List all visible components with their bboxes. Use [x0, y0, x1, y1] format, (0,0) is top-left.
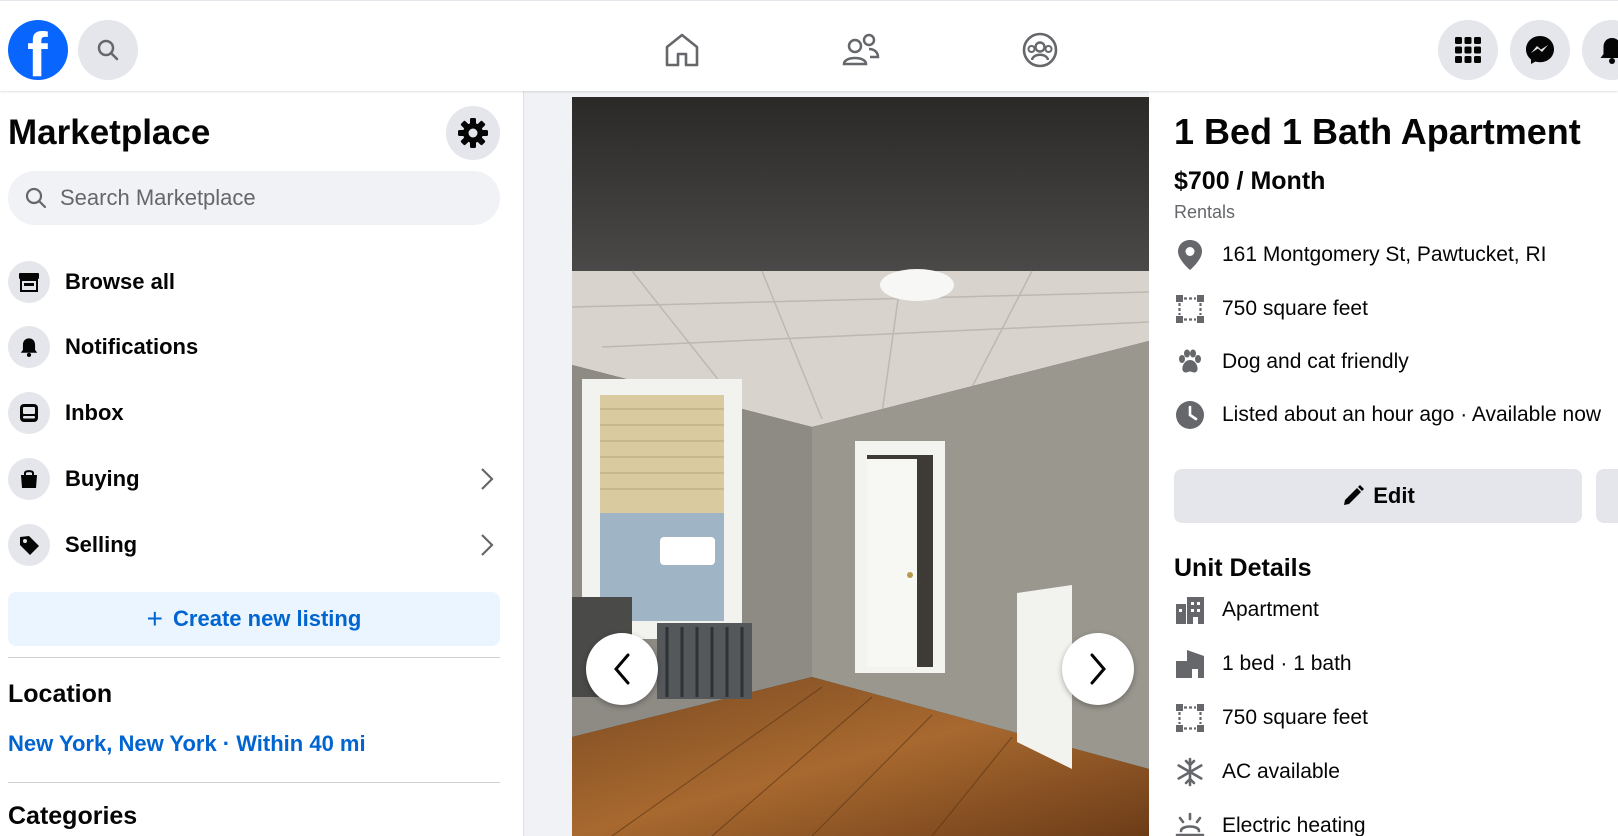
paw-icon	[1179, 349, 1201, 373]
chevron-right-icon	[1090, 653, 1106, 685]
gear-icon	[458, 118, 488, 148]
categories-heading: Categories	[8, 802, 138, 830]
search-placeholder: Search Marketplace	[60, 185, 256, 210]
messenger-button[interactable]	[1510, 20, 1570, 80]
snowflake-icon	[1177, 757, 1203, 787]
listing-photo	[572, 97, 1149, 836]
divider	[8, 782, 500, 783]
facebook-logo-letter: f	[27, 21, 48, 81]
previous-photo-button[interactable]	[586, 633, 658, 705]
sidebar-item-selling[interactable]: Selling	[8, 517, 500, 573]
chevron-left-icon	[614, 653, 630, 685]
address-row: 161 Montgomery St, Pawtucket, RI	[1174, 235, 1546, 275]
unit-size-row: 750 square feet	[1174, 698, 1368, 738]
clock-icon	[1176, 401, 1204, 429]
location-link[interactable]: New York, New York · Within 40 mi	[8, 731, 366, 757]
notifications-button[interactable]	[1582, 20, 1618, 80]
listed-time-row: Listed about an hour ago · Available now	[1174, 395, 1601, 435]
unit-ac: AC available	[1222, 760, 1340, 783]
sidebar-item-label: Buying	[65, 466, 140, 491]
shopping-bag-icon-wrap	[8, 458, 50, 500]
unit-rooms-row: 1 bed · 1 bath	[1174, 644, 1352, 684]
friends-icon	[842, 33, 880, 66]
unit-heating-row: Electric heating	[1174, 806, 1366, 836]
inbox-icon-wrap	[8, 392, 50, 434]
sidebar-item-buying[interactable]: Buying	[8, 451, 500, 507]
sidebar-item-label: Selling	[65, 532, 138, 557]
price-tag-icon-wrap	[8, 524, 50, 566]
heating-icon	[1175, 812, 1205, 836]
menu-button[interactable]	[1438, 20, 1498, 80]
messenger-icon	[1526, 36, 1554, 64]
sidebar-item-inbox[interactable]: Inbox	[8, 385, 500, 441]
edit-listing-button[interactable]: Edit	[1174, 469, 1582, 523]
search-marketplace-input[interactable]: Search Marketplace	[8, 171, 500, 225]
storefront-icon-wrap	[8, 261, 50, 303]
room-photo	[572, 97, 1149, 836]
groups-nav-button[interactable]	[1017, 27, 1063, 73]
square-footage-icon	[1176, 704, 1204, 732]
bell-icon-wrap	[8, 326, 50, 368]
unit-type: Apartment	[1222, 598, 1319, 621]
pets-row: Dog and cat friendly	[1174, 342, 1409, 382]
sidebar-title: Marketplace	[8, 113, 211, 152]
listing-title: 1 Bed 1 Bath Apartment	[1174, 111, 1581, 152]
unit-ac-row: AC available	[1174, 752, 1340, 792]
settings-button[interactable]	[446, 106, 500, 160]
search-icon	[97, 39, 119, 61]
more-options-button[interactable]	[1596, 469, 1618, 523]
friends-nav-button[interactable]	[838, 27, 884, 73]
listing-address[interactable]: 161 Montgomery St, Pawtucket, RI	[1222, 243, 1546, 267]
plus-icon: +	[146, 603, 164, 634]
listing-pets: Dog and cat friendly	[1222, 350, 1409, 373]
listing-listed-time: Listed about an hour ago · Available now	[1222, 403, 1602, 426]
square-footage-icon	[1176, 295, 1204, 323]
edit-label: Edit	[1373, 483, 1415, 508]
map-pin-icon	[1178, 240, 1202, 270]
search-icon	[25, 187, 47, 209]
home-nav-button[interactable]	[659, 27, 705, 73]
listing-category[interactable]: Rentals	[1174, 202, 1235, 223]
sidebar-item-browse-all[interactable]: Browse all	[8, 254, 500, 310]
sidebar-item-label: Browse all	[65, 269, 176, 294]
price-tag-icon	[20, 536, 39, 555]
search-button[interactable]	[78, 20, 138, 80]
chevron-right-icon	[481, 534, 494, 556]
bell-icon	[1600, 38, 1618, 64]
sidebar-item-notifications[interactable]: Notifications	[8, 319, 500, 375]
building-icon	[1176, 597, 1204, 624]
groups-icon	[1022, 32, 1058, 68]
chevron-right-icon	[481, 468, 494, 490]
marketplace-sidebar: Marketplace Search Marketplace Browse al…	[0, 91, 524, 836]
divider	[8, 657, 500, 658]
pencil-icon	[1344, 485, 1365, 505]
unit-type-row: Apartment	[1174, 590, 1319, 630]
size-row: 750 square feet	[1174, 289, 1368, 329]
next-photo-button[interactable]	[1062, 633, 1134, 705]
sidebar-item-label: Inbox	[65, 400, 124, 425]
location-heading: Location	[8, 680, 113, 708]
storefront-icon	[19, 273, 39, 292]
sidebar-item-label: Notifications	[65, 334, 199, 359]
menu-grid-icon	[1455, 37, 1481, 63]
shopping-bag-icon	[21, 470, 37, 488]
create-new-listing-button[interactable]: + Create new listing	[8, 592, 500, 646]
unit-rooms: 1 bed · 1 bath	[1222, 652, 1352, 675]
listing-details-panel: 1 Bed 1 Bath Apartment $700 / Month Rent…	[1149, 91, 1618, 836]
inbox-icon	[20, 404, 38, 422]
home-icon	[665, 33, 699, 67]
create-listing-label: Create new listing	[173, 606, 362, 631]
bell-icon	[20, 338, 38, 357]
unit-heating: Electric heating	[1222, 814, 1366, 836]
unit-details-heading: Unit Details	[1174, 554, 1312, 582]
facebook-logo[interactable]: f	[8, 20, 68, 80]
unit-size: 750 square feet	[1222, 706, 1368, 729]
top-nav-bar: f	[0, 0, 1618, 91]
listing-price: $700 / Month	[1174, 167, 1326, 195]
listing-size: 750 square feet	[1222, 297, 1368, 320]
house-icon	[1176, 650, 1204, 678]
